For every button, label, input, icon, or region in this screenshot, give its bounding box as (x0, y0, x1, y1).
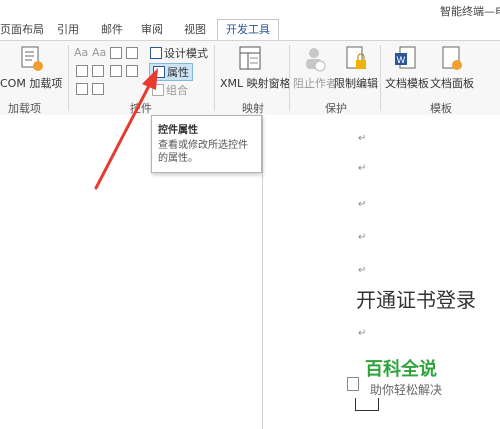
tooltip-title: 控件属性 (158, 125, 198, 136)
mapping-group-label: 映射 (242, 102, 264, 115)
tab-references[interactable]: 引用 (57, 20, 79, 40)
com-addins-button[interactable]: COM 加载项 (0, 75, 62, 91)
window-title: 智能终端—电子 (440, 5, 500, 18)
dropdown-list-icon[interactable] (110, 65, 122, 77)
building-block-icon[interactable] (126, 47, 138, 59)
addins-group-label: 加载项 (8, 102, 41, 115)
templates-group-label: 模板 (430, 102, 452, 115)
block-authors-icon (306, 48, 326, 72)
group-separator (214, 45, 215, 111)
protect-group-label: 保护 (325, 102, 347, 115)
ribbon: COM 加载项 加载项 Aa Aa 设计模式 属性 组合 控件 XML 映射窗格… (0, 40, 500, 116)
group-label: 组合 (166, 84, 188, 97)
properties-button[interactable]: 属性 (149, 63, 193, 81)
xml-mapping-button[interactable]: XML 映射窗格 (220, 75, 291, 91)
date-picker-icon[interactable] (126, 65, 138, 77)
group-separator (289, 45, 290, 111)
content-control-box[interactable] (347, 377, 359, 391)
group-separator (68, 45, 69, 111)
tab-view[interactable]: 视图 (184, 20, 206, 40)
paragraph-mark: ↵ (358, 265, 367, 276)
tooltip-description: 查看或修改所选控件的属性。 (158, 140, 248, 164)
paragraph-mark: ↵ (358, 163, 367, 174)
tab-page-layout[interactable]: 页面布局 (0, 20, 44, 40)
document-template-button[interactable]: 文档模板 (385, 75, 429, 91)
watermark-brand: 百科全说 (365, 359, 437, 380)
tab-review[interactable]: 审阅 (141, 20, 163, 40)
paragraph-mark: ↵ (358, 133, 367, 144)
com-addins-icon (21, 46, 43, 71)
combo-box-icon[interactable] (92, 65, 104, 77)
restrict-editing-button[interactable]: 限制编辑 (334, 75, 378, 91)
svg-text:W: W (397, 56, 406, 66)
group-separator (380, 45, 381, 111)
document-template-icon: W (395, 46, 416, 69)
design-mode-button[interactable]: 设计模式 (150, 45, 208, 61)
controls-group-label: 控件 (130, 102, 152, 115)
text-control-icon[interactable]: Aa (74, 46, 88, 59)
document-panel-icon (442, 46, 462, 70)
ribbon-tabs: 页面布局 引用 邮件 审阅 视图 开发工具 (0, 19, 500, 41)
content-control-box[interactable] (355, 398, 379, 411)
design-mode-label: 设计模式 (164, 47, 208, 60)
group-button[interactable]: 组合 (152, 82, 188, 98)
watermark-slogan: 助你轻松解决 (370, 383, 443, 397)
paragraph-mark: ↵ (358, 232, 367, 243)
block-authors-button[interactable]: 阻止作者 (293, 75, 337, 91)
document-heading[interactable]: 开通证书登录 (356, 284, 476, 313)
tab-developer[interactable]: 开发工具 (217, 19, 279, 41)
checkbox-control-icon[interactable] (76, 65, 88, 77)
repeating-section-icon[interactable] (76, 83, 88, 95)
restrict-editing-icon (346, 46, 366, 69)
document-panel-button[interactable]: 文档面板 (430, 75, 474, 91)
design-mode-icon (150, 47, 162, 59)
group-icon (152, 84, 164, 96)
xml-mapping-icon (239, 46, 261, 70)
plain-text-control-icon[interactable]: Aa (92, 46, 106, 59)
picture-control-icon[interactable] (110, 47, 122, 59)
title-bar: 智能终端—电子 (0, 0, 500, 20)
properties-icon (153, 66, 165, 78)
paragraph-mark: ↵ (358, 328, 367, 339)
properties-tooltip: 控件属性 查看或修改所选控件的属性。 (151, 115, 262, 173)
legacy-tools-icon[interactable] (92, 83, 104, 95)
properties-label: 属性 (167, 66, 189, 79)
paragraph-mark: ↵ (358, 199, 367, 210)
tab-mailings[interactable]: 邮件 (101, 20, 123, 40)
